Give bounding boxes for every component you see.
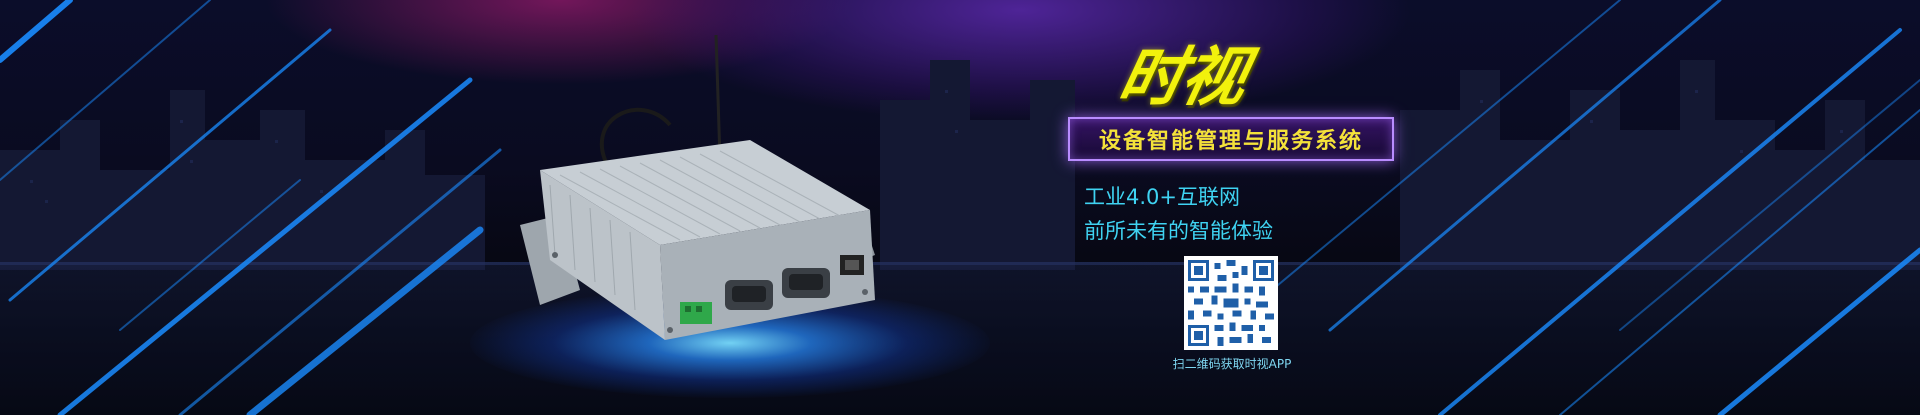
hero-banner: 时视 设备智能管理与服务系统 工业4.0+互联网 前所未有的智能体验 扫二维码获… bbox=[0, 0, 1920, 415]
tagline-line-1: 工业4.0+互联网 bbox=[1084, 185, 1240, 209]
qr-caption: 扫二维码获取时视APP bbox=[1172, 357, 1292, 371]
brand-logo: 时视 bbox=[1112, 38, 1360, 118]
system-name-text: 设备智能管理与服务系统 bbox=[1098, 129, 1363, 154]
iot-gateway-device-image bbox=[520, 34, 875, 340]
system-name-box: 设备智能管理与服务系统 bbox=[1068, 117, 1394, 161]
brand-logo-text: 时视 bbox=[1112, 41, 1252, 115]
tagline-line-2: 前所未有的智能体验 bbox=[1084, 219, 1273, 243]
qr-code-icon bbox=[1184, 256, 1278, 350]
